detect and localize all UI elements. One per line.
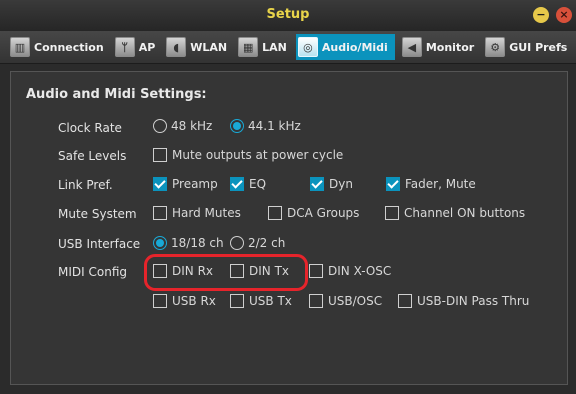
option-label: Channel ON buttons xyxy=(404,206,526,220)
mute-outputs-checkbox[interactable]: Mute outputs at power cycle xyxy=(153,148,343,162)
checkbox[interactable] xyxy=(230,264,244,278)
tab-connection[interactable]: ▥ Connection xyxy=(8,34,108,60)
option-label: Mute outputs at power cycle xyxy=(172,148,344,162)
tab-bar: ▥ Connection ᛘ AP ◖ WLAN ▦ LAN ◎ Audio/M… xyxy=(0,31,576,64)
radio-button[interactable] xyxy=(153,119,167,133)
link-eq-checkbox[interactable]: EQ xyxy=(230,177,266,191)
channel-on-buttons-checkbox[interactable]: Channel ON buttons xyxy=(385,206,525,220)
option-label: 48 kHz xyxy=(171,119,213,133)
link-pref-label: Link Pref. xyxy=(58,178,113,192)
link-dyn-checkbox[interactable]: Dyn xyxy=(310,177,353,191)
tab-label: GUI Prefs xyxy=(509,40,568,54)
checkbox[interactable] xyxy=(153,264,167,278)
din-rx-checkbox[interactable]: DIN Rx xyxy=(153,264,213,278)
mixer-icon: ▥ xyxy=(10,37,30,57)
checkbox[interactable] xyxy=(309,294,323,308)
checkbox[interactable] xyxy=(153,148,167,162)
checkbox[interactable] xyxy=(230,294,244,308)
radio-button[interactable] xyxy=(230,119,244,133)
checkbox[interactable] xyxy=(153,206,167,220)
minimize-button[interactable]: − xyxy=(533,7,549,23)
checkbox[interactable] xyxy=(398,294,412,308)
clock-44khz-radio[interactable]: 44.1 kHz xyxy=(230,119,301,133)
usb-din-pass-thru-checkbox[interactable]: USB-DIN Pass Thru xyxy=(398,294,529,308)
tab-label: Monitor xyxy=(425,40,475,54)
din-x-osc-checkbox[interactable]: DIN X-OSC xyxy=(309,264,391,278)
tab-gui-prefs[interactable]: ⚙ GUI Prefs xyxy=(483,34,571,60)
tab-label: LAN xyxy=(262,40,287,54)
access-point-icon: ᛘ xyxy=(114,37,135,57)
option-label: Preamp xyxy=(172,177,218,191)
usb-tx-checkbox[interactable]: USB Tx xyxy=(230,294,292,308)
din-tx-checkbox[interactable]: DIN Tx xyxy=(230,264,289,278)
midi-config-label: MIDI Config xyxy=(58,265,127,279)
title-bar[interactable]: Setup − × xyxy=(0,0,576,31)
option-label: EQ xyxy=(249,177,267,191)
tab-monitor[interactable]: ◀ Monitor xyxy=(400,34,478,60)
option-label: Fader, Mute xyxy=(405,177,476,191)
dca-groups-checkbox[interactable]: DCA Groups xyxy=(268,206,359,220)
option-label: Hard Mutes xyxy=(172,206,241,220)
checkbox[interactable] xyxy=(268,206,282,220)
speaker-icon: ◀ xyxy=(401,37,422,57)
tab-label: AP xyxy=(138,40,156,54)
close-button[interactable]: × xyxy=(556,7,572,23)
tab-label: Audio/Midi xyxy=(321,40,388,54)
option-label: 2/2 ch xyxy=(248,236,286,250)
link-fader-mute-checkbox[interactable]: Fader, Mute xyxy=(386,177,476,191)
usb-rx-checkbox[interactable]: USB Rx xyxy=(153,294,216,308)
option-label: DIN X-OSC xyxy=(328,264,392,278)
setup-window: Setup − × ▥ Connection ᛘ AP ◖ WLAN ▦ LAN… xyxy=(0,0,576,394)
checkbox[interactable] xyxy=(309,264,323,278)
option-label: DCA Groups xyxy=(287,206,360,220)
option-label: DIN Rx xyxy=(172,264,214,278)
gears-icon: ⚙ xyxy=(485,37,506,57)
option-label: USB Rx xyxy=(172,294,216,308)
midi-din-icon: ◎ xyxy=(297,37,318,57)
tab-wlan[interactable]: ◖ WLAN xyxy=(164,34,231,60)
section-title: Audio and Midi Settings: xyxy=(26,87,207,102)
tab-ap[interactable]: ᛘ AP xyxy=(113,34,160,60)
option-label: 44.1 kHz xyxy=(248,119,301,133)
window-title: Setup xyxy=(266,7,310,22)
checkbox[interactable] xyxy=(386,177,400,191)
link-preamp-checkbox[interactable]: Preamp xyxy=(153,177,218,191)
usb-interface-label: USB Interface xyxy=(58,237,141,251)
checkbox[interactable] xyxy=(310,177,324,191)
option-label: Dyn xyxy=(329,177,353,191)
tab-label: WLAN xyxy=(190,40,228,54)
tab-label: Connection xyxy=(34,40,104,54)
tab-audio-midi[interactable]: ◎ Audio/Midi xyxy=(295,34,395,60)
checkbox[interactable] xyxy=(153,294,167,308)
option-label: DIN Tx xyxy=(249,264,290,278)
clock-rate-label: Clock Rate xyxy=(58,121,122,135)
clock-48khz-radio[interactable]: 48 kHz xyxy=(153,119,212,133)
mute-system-label: Mute System xyxy=(58,207,137,221)
hard-mutes-checkbox[interactable]: Hard Mutes xyxy=(153,206,241,220)
option-label: USB Tx xyxy=(249,294,292,308)
radio-button[interactable] xyxy=(230,236,244,250)
option-label: 18/18 ch xyxy=(171,236,224,250)
checkbox[interactable] xyxy=(385,206,399,220)
option-label: USB-DIN Pass Thru xyxy=(417,294,530,308)
usb-osc-checkbox[interactable]: USB/OSC xyxy=(309,294,382,308)
wifi-icon: ◖ xyxy=(166,37,187,57)
checkbox[interactable] xyxy=(153,177,167,191)
radio-button[interactable] xyxy=(153,236,167,250)
ethernet-icon: ▦ xyxy=(238,37,259,57)
option-label: USB/OSC xyxy=(328,294,383,308)
safe-levels-label: Safe Levels xyxy=(58,149,127,163)
checkbox[interactable] xyxy=(230,177,244,191)
usb-18ch-radio[interactable]: 18/18 ch xyxy=(153,236,224,250)
tab-lan[interactable]: ▦ LAN xyxy=(236,34,291,60)
usb-2ch-radio[interactable]: 2/2 ch xyxy=(230,236,285,250)
